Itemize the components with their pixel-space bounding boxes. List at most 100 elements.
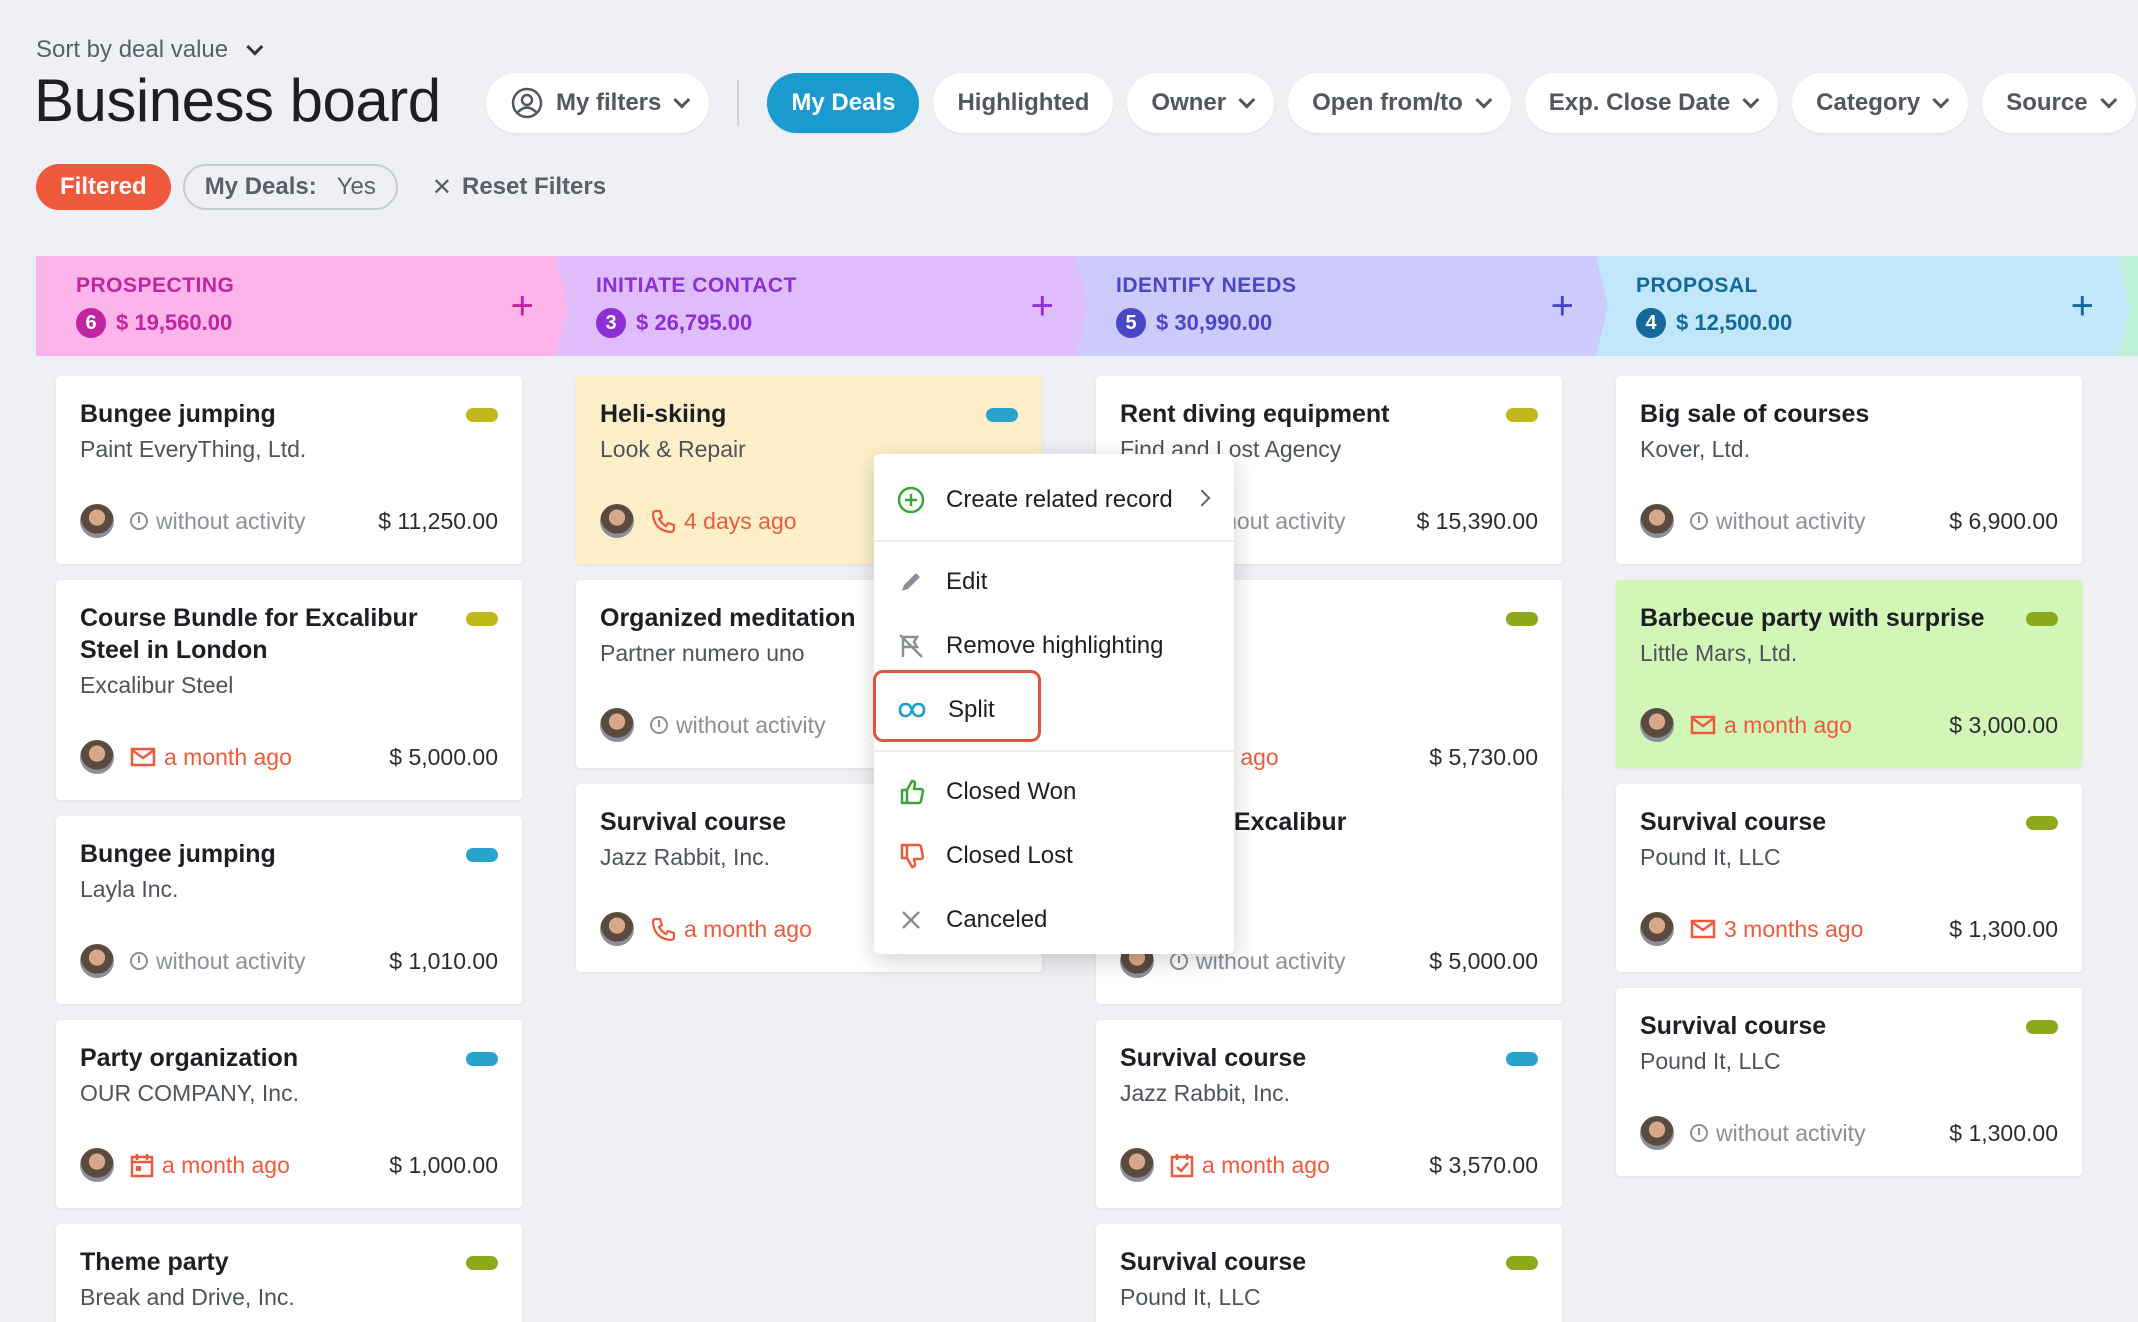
deal-card[interactable]: Bungee jumping Layla Inc. without activity… <box>56 816 522 1004</box>
deal-card[interactable]: Survival course Pound It, LLC 3 months ago… <box>1616 784 2082 972</box>
stage-header: PROSPECTING 6 $ 19,560.00 + <box>36 256 576 356</box>
menu-remove-highlighting[interactable]: Remove highlighting <box>874 614 1234 678</box>
my-deals-tag-value: Yes <box>336 173 376 200</box>
exp-close-date-label: Exp. Close Date <box>1548 89 1731 116</box>
deal-card[interactable]: Course Bundle for Excalibur Steel in Lon… <box>56 580 522 800</box>
deal-card[interactable]: Survival course Jazz Rabbit, Inc. a month … <box>1096 1020 1562 1208</box>
deal-company: Excalibur Steel <box>80 672 234 698</box>
chevron-down-icon <box>246 38 264 56</box>
filters-bar: My filters My Deals Highlighted Owner Op… <box>486 73 2138 133</box>
deal-card[interactable]: Survival course Pound It, LLC <box>1096 1224 1562 1322</box>
deal-amount: $ 1,010.00 <box>389 947 498 974</box>
close-icon: ✕ <box>431 173 452 201</box>
deal-footer: a month ago $ 1,000.00 <box>80 1148 498 1182</box>
deal-card[interactable]: Theme party Break and Drive, Inc. <box>56 1224 522 1322</box>
page-title: Business board <box>34 67 441 134</box>
activity-text: a month ago <box>684 915 812 942</box>
chevron-down-icon <box>1475 91 1493 109</box>
stage-count-badge: 4 <box>1636 308 1666 338</box>
menu-canceled-label: Canceled <box>946 906 1048 933</box>
stage-count-badge: 3 <box>596 308 626 338</box>
highlighted-filter[interactable]: Highlighted <box>933 73 1114 133</box>
mail-icon <box>130 747 156 767</box>
activity-text: a month ago <box>1202 1151 1330 1178</box>
calendar-icon <box>130 1154 154 1178</box>
split-highlight-box <box>873 670 1041 742</box>
deal-card[interactable]: Party organization OUR COMPANY, Inc. a mon… <box>56 1020 522 1208</box>
stage-total: $ 26,795.00 <box>636 310 753 335</box>
category-dot <box>1506 1052 1538 1066</box>
deal-title: Party organization <box>80 1044 299 1072</box>
deal-footer: a month ago $ 5,000.00 <box>80 740 498 774</box>
deal-card[interactable]: Big sale of courses Kover, Ltd. without ac… <box>1616 376 2082 564</box>
deal-amount: $ 15,390.00 <box>1416 507 1538 534</box>
stage-meta: 6 $ 19,560.00 <box>76 308 576 338</box>
deal-amount: $ 3,000.00 <box>1949 711 2058 738</box>
deal-amount: $ 6,900.00 <box>1949 507 2058 534</box>
deal-amount: $ 11,250.00 <box>378 507 498 534</box>
chevron-down-icon <box>1742 91 1760 109</box>
source-filter[interactable]: Source <box>1982 73 2136 133</box>
deal-footer: without activity $ 1,010.00 <box>80 944 498 978</box>
activity-status: a month ago <box>130 744 389 771</box>
phone-icon <box>651 917 676 942</box>
activity-text: a month ago <box>162 1151 290 1178</box>
menu-create-related-record[interactable]: Create related record <box>874 468 1234 532</box>
avatar <box>1640 912 1674 946</box>
open-from-to-filter[interactable]: Open from/to <box>1288 73 1511 133</box>
deal-card[interactable]: Bungee jumping Paint EveryThing, Ltd. with… <box>56 376 522 564</box>
deal-card[interactable]: Barbecue party with surprise Little Mars,… <box>1616 580 2082 768</box>
add-deal-plus-icon[interactable]: + <box>511 284 534 329</box>
menu-remove-highlighting-label: Remove highlighting <box>946 632 1164 659</box>
deal-title: Bungee jumping <box>80 400 276 428</box>
owner-label: Owner <box>1151 89 1227 116</box>
deal-footer: a month ago $ 3,570.00 <box>1120 1148 1538 1182</box>
category-dot <box>2026 612 2058 626</box>
my-deals-filter[interactable]: My Deals <box>767 73 920 133</box>
stage-header: IDENTIFY NEEDS 5 $ 30,990.00 + <box>1076 256 1616 356</box>
source-label: Source <box>2006 89 2088 116</box>
deal-amount: $ 5,000.00 <box>1429 947 1538 974</box>
category-filter[interactable]: Category <box>1792 73 1969 133</box>
add-deal-plus-icon[interactable]: + <box>1031 284 1054 329</box>
menu-closed-lost[interactable]: Closed Lost <box>874 824 1234 888</box>
deal-title: Theme party <box>80 1248 229 1276</box>
sort-label: Sort by deal value <box>36 36 229 63</box>
my-filters-button[interactable]: My filters <box>486 73 710 133</box>
avatar <box>1120 1148 1154 1182</box>
deal-title: Survival course <box>1640 1012 1827 1040</box>
deal-title: Survival course <box>1120 1044 1307 1072</box>
menu-divider <box>874 750 1234 752</box>
add-deal-plus-icon[interactable]: + <box>1551 284 1574 329</box>
exp-close-date-filter[interactable]: Exp. Close Date <box>1524 73 1779 133</box>
menu-edit[interactable]: Edit <box>874 550 1234 614</box>
deal-amount: $ 3,570.00 <box>1429 1151 1538 1178</box>
deal-title: Big sale of courses <box>1640 400 1870 428</box>
phone-icon <box>651 509 676 534</box>
menu-canceled[interactable]: Canceled <box>874 888 1234 952</box>
chevron-right-icon <box>1193 489 1211 507</box>
avatar <box>80 740 114 774</box>
chevron-down-icon <box>673 91 691 109</box>
sort-dropdown[interactable]: Sort by deal value <box>36 36 264 64</box>
avatar <box>1640 504 1674 538</box>
thumbs-down-icon <box>900 843 925 869</box>
clock-icon <box>1170 952 1188 970</box>
add-deal-plus-icon[interactable]: + <box>2071 284 2094 329</box>
reset-filters-button[interactable]: ✕ Reset Filters <box>432 173 606 202</box>
deal-company: Jazz Rabbit, Inc. <box>1120 1080 1291 1106</box>
stage-total: $ 12,500.00 <box>1676 310 1793 335</box>
owner-filter[interactable]: Owner <box>1127 73 1275 133</box>
chevron-down-icon <box>1932 91 1950 109</box>
my-deals-tag[interactable]: My Deals: Yes <box>182 164 398 210</box>
activity-status: without activity <box>130 948 389 975</box>
my-filters-label: My filters <box>556 89 662 116</box>
active-filters: Filtered My Deals: Yes ✕ Reset Filters <box>36 164 606 210</box>
deal-title: Survival course <box>1120 1248 1307 1276</box>
menu-closed-won[interactable]: Closed Won <box>874 760 1234 824</box>
clock-icon <box>130 512 148 530</box>
menu-divider <box>874 540 1234 542</box>
activity-status: a month ago <box>1690 712 1949 739</box>
x-icon <box>902 911 920 929</box>
deal-card[interactable]: Survival course Pound It, LLC without acti… <box>1616 988 2082 1176</box>
